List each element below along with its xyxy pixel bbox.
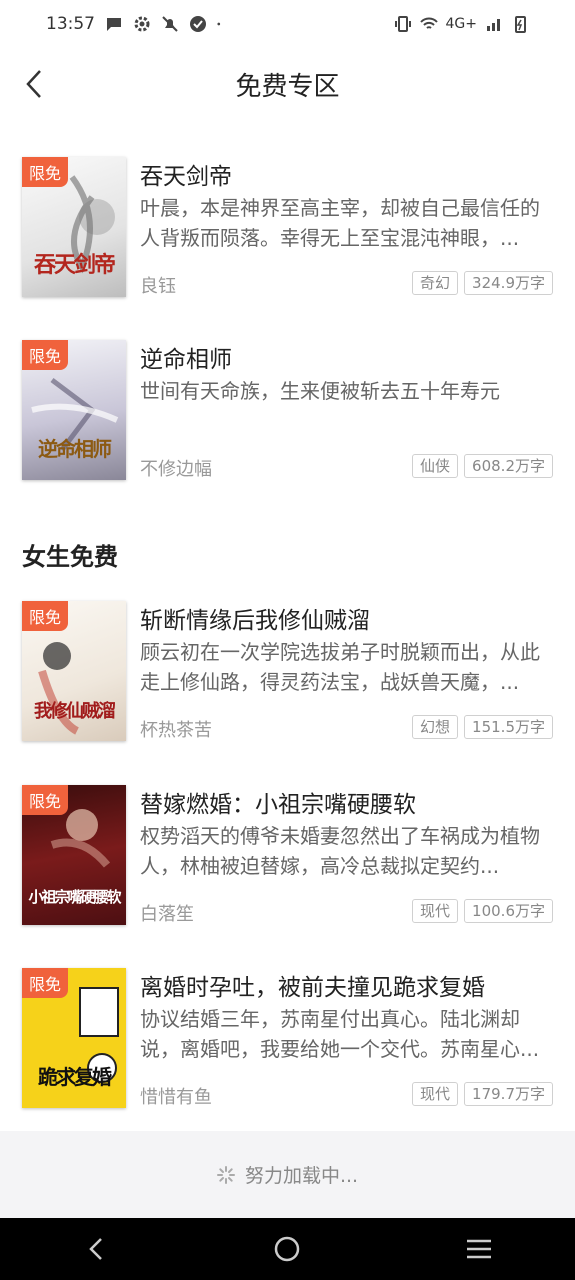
book-title[interactable]: 斩断情缘后我修仙贼溜 (140, 601, 370, 635)
nav-back-icon (89, 1238, 102, 1260)
book-cover[interactable]: 限免 小祖宗嘴硬腰软 (22, 785, 126, 925)
book-description: 世间有天命族，生来便被斩去五十年寿元 (140, 379, 500, 403)
page-header: 免费专区 (0, 48, 575, 120)
gear-icon (134, 16, 150, 32)
status-time: 13:57 (46, 14, 95, 34)
loading-indicator: 努力加载中... (0, 1131, 575, 1218)
book-author: 不修边幅 (140, 459, 212, 480)
word-count-tag: 608.2万字 (464, 454, 553, 478)
book-item-2[interactable]: 限免 逆命相师 逆命相师 世间有天命族，生来便被斩去五十年寿元 不修边幅 仙侠 … (0, 340, 575, 490)
book-author: 惜惜有鱼 (140, 1087, 212, 1108)
word-count-tag: 151.5万字 (464, 715, 553, 739)
book-item-4[interactable]: 限免 小祖宗嘴硬腰软 替嫁燃婚：小祖宗嘴硬腰软 权势滔天的傅爷未婚妻忽然出了车祸… (0, 785, 575, 935)
loading-text: 努力加载中... (244, 1165, 359, 1187)
book-item-3[interactable]: 限免 我修仙贼溜 斩断情缘后我修仙贼溜 顾云初在一次学院选拔弟子时脱颖而出，从此… (0, 601, 575, 751)
cover-title: 我修仙贼溜 (34, 701, 116, 722)
cover-title: 吞天剑帝 (33, 252, 116, 278)
signal-icon (487, 19, 500, 31)
vibrate-icon (394, 16, 411, 32)
book-description: 顾云初在一次学院选拔弟子时脱颖而出，从此走上修仙路，得灵药法宝，战妖兽天魔，..… (140, 640, 540, 694)
notification-muted-icon (162, 16, 178, 32)
book-title[interactable]: 替嫁燃婚：小祖宗嘴硬腰软 (140, 785, 416, 819)
book-description: 叶晨，本是神界至高主宰，却被自己最信任的人背叛而陨落。幸得无上至宝混沌神眼，..… (140, 196, 540, 250)
book-title[interactable]: 离婚时孕吐，被前夫撞见跪求复婚 (140, 968, 485, 1002)
book-description: 权势滔天的傅爷未婚妻忽然出了车祸成为植物人，林柚被迫替嫁，高冷总裁拟定契约... (140, 824, 540, 878)
cover-title: 逆命相师 (38, 437, 112, 461)
book-cover[interactable]: 限免 逆命相师 (22, 340, 126, 480)
book-author: 白落笙 (140, 904, 194, 925)
nav-home-button[interactable] (257, 1224, 317, 1274)
nav-menu-icon (467, 1239, 492, 1259)
free-badge: 限免 (22, 340, 69, 370)
back-button[interactable] (16, 64, 52, 104)
genre-tag: 仙侠 (412, 454, 459, 478)
book-description: 协议结婚三年，苏南星付出真心。陆北渊却说，离婚吧，我要给她一个交代。苏南星心..… (140, 1007, 540, 1061)
dot-icon (217, 22, 221, 26)
system-nav-bar (0, 1218, 575, 1280)
book-item-5[interactable]: 限免 跪求复婚 离婚时孕吐，被前夫撞见跪求复婚 协议结婚三年，苏南星付出真心。陆… (0, 968, 575, 1118)
book-item-1[interactable]: 限免 吞天剑帝 吞天剑帝 叶晨，本是神界至高主宰，却被自己最信任的人背叛而陨落。… (0, 157, 575, 307)
genre-tag: 现代 (412, 899, 459, 923)
word-count-tag: 179.7万字 (464, 1082, 553, 1106)
book-title[interactable]: 吞天剑帝 (140, 157, 232, 191)
network-type: 4G+ (445, 16, 478, 32)
section-title-female-free: 女生免费 (22, 543, 118, 571)
cover-title: 小祖宗嘴硬腰软 (28, 888, 121, 906)
spinner-icon (216, 1165, 235, 1184)
book-cover[interactable]: 限免 我修仙贼溜 (22, 601, 126, 741)
free-badge: 限免 (22, 968, 69, 998)
cover-title: 跪求复婚 (38, 1065, 112, 1089)
book-cover[interactable]: 限免 吞天剑帝 (22, 157, 126, 297)
book-cover[interactable]: 限免 跪求复婚 (22, 968, 126, 1108)
word-count-tag: 100.6万字 (464, 899, 553, 923)
book-author: 杯热茶苦 (140, 720, 212, 741)
genre-tag: 现代 (412, 1082, 459, 1106)
genre-tag: 幻想 (412, 715, 459, 739)
status-bar: 13:57 4G+ (0, 0, 575, 48)
nav-home-icon (275, 1236, 300, 1262)
check-circle-icon (190, 16, 206, 32)
book-author: 良钰 (140, 276, 176, 297)
wifi-icon (419, 17, 438, 29)
free-badge: 限免 (22, 601, 69, 631)
chat-icon (107, 18, 121, 31)
free-badge: 限免 (22, 157, 69, 187)
word-count-tag: 324.9万字 (464, 271, 553, 295)
page-title: 免费专区 (235, 71, 340, 102)
book-title[interactable]: 逆命相师 (140, 340, 232, 374)
free-badge: 限免 (22, 785, 69, 815)
genre-tag: 奇幻 (412, 271, 459, 295)
back-arrow-icon (26, 70, 41, 98)
battery-icon (515, 16, 526, 33)
nav-menu-button[interactable] (449, 1224, 509, 1274)
nav-back-button[interactable] (66, 1224, 126, 1274)
